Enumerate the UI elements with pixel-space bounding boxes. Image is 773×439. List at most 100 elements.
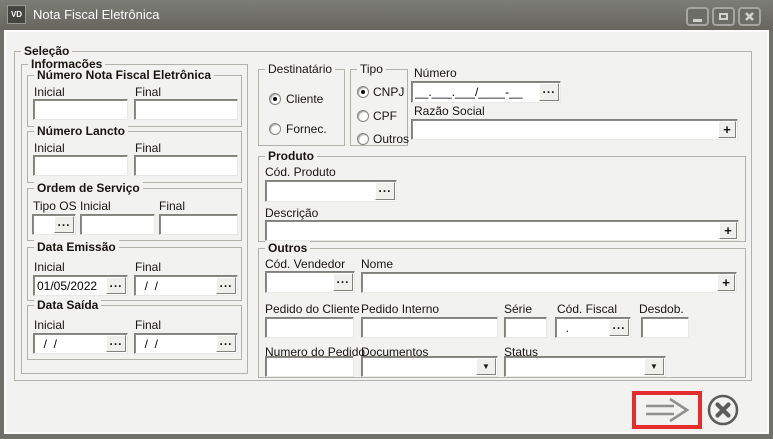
emissao-final-date-button[interactable]: ... — [216, 277, 236, 294]
cod-fiscal-input[interactable] — [556, 318, 608, 337]
destinatario-group: Destinatário Cliente Fornec. — [258, 69, 345, 146]
produto-group-label: Produto — [265, 149, 317, 164]
radio-cliente[interactable] — [269, 93, 281, 105]
radio-outros[interactable] — [357, 133, 369, 145]
razao-social-label: Razão Social — [414, 105, 485, 118]
ordem-servico-group-label: Ordem de Serviço — [34, 181, 143, 196]
outros-group-label: Outros — [265, 241, 310, 256]
lancto-final-input[interactable] — [135, 156, 237, 175]
numero-pedido-input[interactable] — [266, 357, 353, 376]
desdob-input[interactable] — [642, 318, 688, 337]
numero-field: ... — [411, 81, 561, 103]
documentos-input[interactable] — [362, 357, 475, 376]
nfe-inicial-input[interactable] — [34, 100, 127, 119]
chevron-down-icon: ▼ — [650, 363, 658, 371]
descricao-input[interactable] — [266, 221, 718, 240]
razao-social-input[interactable] — [412, 120, 717, 139]
tipo-os-lookup-button[interactable]: ... — [54, 216, 74, 233]
tipo-group-label: Tipo — [357, 62, 386, 77]
lancto-group-label: Número Lancto — [34, 124, 128, 139]
cancel-button[interactable] — [706, 393, 740, 427]
emissao-final-input[interactable] — [135, 276, 215, 295]
descricao-field: + — [265, 220, 739, 241]
razao-social-add-button[interactable]: + — [718, 121, 736, 138]
produto-group: Produto Cód. Produto ... Descrição + — [258, 156, 746, 242]
radio-fornecedor[interactable] — [269, 123, 281, 135]
os-inicial-field — [80, 214, 155, 235]
cod-produto-field: ... — [265, 180, 397, 202]
numero-lookup-button[interactable]: ... — [539, 83, 559, 101]
cod-vendedor-input[interactable] — [266, 272, 332, 292]
descricao-add-button[interactable]: + — [719, 222, 737, 239]
saida-final-input[interactable] — [135, 334, 215, 353]
radio-fornecedor-label[interactable]: Fornec. — [286, 123, 327, 136]
ellipsis-icon: ... — [219, 281, 232, 285]
ellipsis-icon: ... — [57, 220, 70, 224]
saida-inicial-date-button[interactable]: ... — [106, 335, 126, 352]
outros-group: Outros Cód. Vendedor ... Nome + Pedido d… — [258, 248, 746, 378]
serie-field — [504, 317, 547, 338]
radio-cpf[interactable] — [357, 110, 369, 122]
saida-final-field: ... — [134, 333, 238, 354]
cod-vendedor-lookup-button[interactable]: ... — [333, 273, 353, 291]
radio-cliente-label[interactable]: Cliente — [286, 93, 323, 106]
pedido-interno-input[interactable] — [362, 318, 497, 337]
nfe-final-label: Final — [135, 86, 161, 99]
pedido-interno-label: Pedido Interno — [361, 303, 439, 316]
pedido-cliente-input[interactable] — [266, 318, 353, 337]
proceed-arrow-icon — [640, 395, 694, 425]
window-title: Nota Fiscal Eletrônica — [33, 7, 159, 22]
lancto-final-label: Final — [135, 142, 161, 155]
os-final-input[interactable] — [160, 215, 237, 234]
radio-cnpj[interactable] — [357, 86, 369, 98]
cod-fiscal-label: Cód. Fiscal — [557, 303, 617, 316]
ellipsis-icon: ... — [378, 186, 391, 190]
status-dropdown-button[interactable]: ▼ — [644, 358, 664, 375]
radio-outros-label[interactable]: Outros — [373, 133, 409, 146]
tipo-group: Tipo CNPJ CPF Outros — [350, 69, 408, 146]
os-inicial-input[interactable] — [81, 215, 154, 234]
nome-add-button[interactable]: + — [717, 274, 735, 291]
nfe-group-label: Número Nota Fiscal Eletrônica — [34, 68, 214, 83]
lancto-inicial-input[interactable] — [34, 156, 127, 175]
status-dropdown[interactable]: ▼ — [504, 356, 666, 377]
pedido-interno-field — [361, 317, 498, 338]
maximize-button[interactable] — [712, 7, 735, 26]
ellipsis-icon: ... — [219, 339, 232, 343]
nome-input[interactable] — [362, 273, 716, 292]
ellipsis-icon: ... — [612, 323, 625, 327]
razao-social-field: + — [411, 119, 738, 140]
radio-cnpj-label[interactable]: CNPJ — [373, 86, 404, 99]
nome-label: Nome — [361, 258, 393, 271]
titlebar: VD Nota Fiscal Eletrônica — [0, 0, 773, 30]
tipo-os-input[interactable] — [33, 215, 53, 234]
minimize-icon — [693, 19, 702, 22]
cod-vendedor-field: ... — [265, 271, 355, 293]
desdob-field — [641, 317, 689, 338]
serie-input[interactable] — [505, 318, 546, 337]
cod-fiscal-lookup-button[interactable]: ... — [609, 319, 629, 336]
numero-input[interactable] — [412, 82, 538, 102]
tipo-os-label: Tipo OS — [33, 200, 77, 213]
emissao-inicial-input[interactable] — [34, 276, 105, 295]
documentos-dropdown[interactable]: ▼ — [361, 356, 498, 377]
documentos-dropdown-button[interactable]: ▼ — [476, 358, 496, 375]
proceed-button[interactable] — [640, 395, 694, 425]
status-input[interactable] — [505, 357, 643, 376]
ellipsis-icon: ... — [109, 281, 122, 285]
emissao-inicial-date-button[interactable]: ... — [106, 277, 126, 294]
minimize-button[interactable] — [686, 7, 709, 26]
cod-produto-lookup-button[interactable]: ... — [375, 182, 395, 200]
plus-icon: + — [722, 278, 730, 288]
radio-cpf-label[interactable]: CPF — [373, 110, 397, 123]
saida-final-date-button[interactable]: ... — [216, 335, 236, 352]
cod-produto-input[interactable] — [266, 181, 374, 201]
maximize-icon — [719, 13, 728, 20]
tipo-os-field: ... — [32, 214, 76, 235]
lancto-inicial-field — [33, 155, 128, 176]
saida-inicial-input[interactable] — [34, 334, 105, 353]
nfe-final-input[interactable] — [135, 100, 237, 119]
close-button[interactable] — [738, 7, 761, 26]
os-final-field — [159, 214, 238, 235]
nome-field: + — [361, 272, 737, 293]
